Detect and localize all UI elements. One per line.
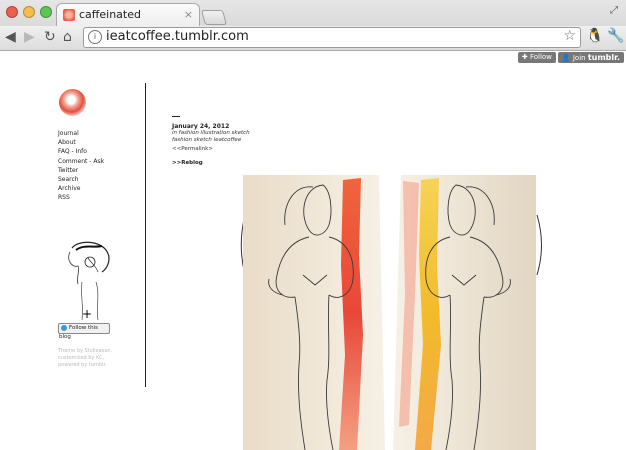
sidebar-sketch-image: + (68, 241, 110, 321)
wrench-icon[interactable]: 🔧 (607, 28, 624, 44)
post-dash (172, 116, 180, 117)
permalink-link[interactable]: <<Permalink> (172, 146, 213, 152)
post-date: January 24, 2012 (172, 123, 230, 130)
sidebar-divider (145, 83, 146, 387)
tumblr-follow-button[interactable]: ✚ Follow (517, 52, 556, 63)
user-icon: 👤 (561, 54, 571, 62)
post-tags[interactable]: in fashion illustration sketch (172, 130, 250, 136)
close-window-button[interactable] (6, 6, 18, 18)
forward-icon[interactable]: ▶ (24, 29, 35, 45)
sidebar-nav-item-comment-ask[interactable]: Comment - Ask (58, 157, 104, 166)
sidebar-nav-item-rss[interactable]: RSS (58, 193, 104, 202)
browser-toolbar: ◀ ▶ ↻ ⌂ i ieatcoffee.tumblr.com ☆ (0, 26, 626, 50)
sidebar-nav-item-about[interactable]: About (58, 138, 104, 147)
sidebar-nav-item-search[interactable]: Search (58, 175, 104, 184)
new-tab-button[interactable] (200, 10, 228, 25)
minimize-window-button[interactable] (23, 6, 35, 18)
plus-icon: ✚ (521, 53, 528, 61)
tumblr-brand: tumblr. (587, 53, 620, 62)
browser-tab[interactable]: caffeinated × (56, 3, 200, 26)
browser-chrome: caffeinated × ⤢ ◀ ▶ ↻ ⌂ i ieatcoffee.tum… (0, 0, 626, 51)
blog-avatar[interactable] (59, 89, 86, 116)
join-label: Join (572, 54, 586, 62)
sidebar-nav-item-faq-info[interactable]: FAQ - Info (58, 147, 104, 156)
sidebar-nav-item-twitter[interactable]: Twitter (58, 166, 104, 175)
tab-close-icon[interactable]: × (184, 8, 193, 21)
url-text: ieatcoffee.tumblr.com (106, 29, 249, 44)
tumblr-controls: ✚ Follow 👤 Join tumblr. (516, 52, 624, 64)
tab-title: caffeinated (79, 8, 141, 21)
extension-icon[interactable]: 🐧 (586, 28, 603, 44)
reload-icon[interactable]: ↻ (44, 29, 56, 45)
sidebar-nav: Journal About FAQ - Info Comment - Ask Twitt… (58, 129, 104, 203)
tumblr-dot-icon (61, 324, 67, 331)
address-bar[interactable]: i ieatcoffee.tumblr.com ☆ (83, 27, 581, 48)
tab-favicon-icon (63, 9, 75, 21)
page-info-icon[interactable]: i (88, 30, 102, 44)
follow-blog-button[interactable]: Follow this blog (58, 323, 110, 340)
svg-text:+: + (82, 307, 92, 321)
maximize-window-button[interactable] (40, 6, 52, 18)
sidebar-nav-item-archive[interactable]: Archive (58, 184, 104, 193)
next-image-edge (536, 215, 542, 275)
sidebar-nav-item-journal[interactable]: Journal (58, 129, 104, 138)
back-icon[interactable]: ◀ (5, 29, 16, 45)
post-tags[interactable]: fashion sketch ieatcoffee (172, 137, 241, 143)
reblog-link[interactable]: >>Reblog (172, 160, 203, 166)
theme-credits: Theme by Stolleasan, customized by KC, p… (58, 348, 113, 368)
tumblr-join-button[interactable]: 👤 Join tumblr. (557, 52, 624, 63)
post-illustration-image[interactable] (243, 175, 536, 450)
follow-label: Follow (529, 53, 552, 61)
fullscreen-icon[interactable]: ⤢ (610, 5, 618, 16)
bookmark-star-icon[interactable]: ☆ (563, 28, 576, 44)
home-icon[interactable]: ⌂ (63, 29, 72, 45)
